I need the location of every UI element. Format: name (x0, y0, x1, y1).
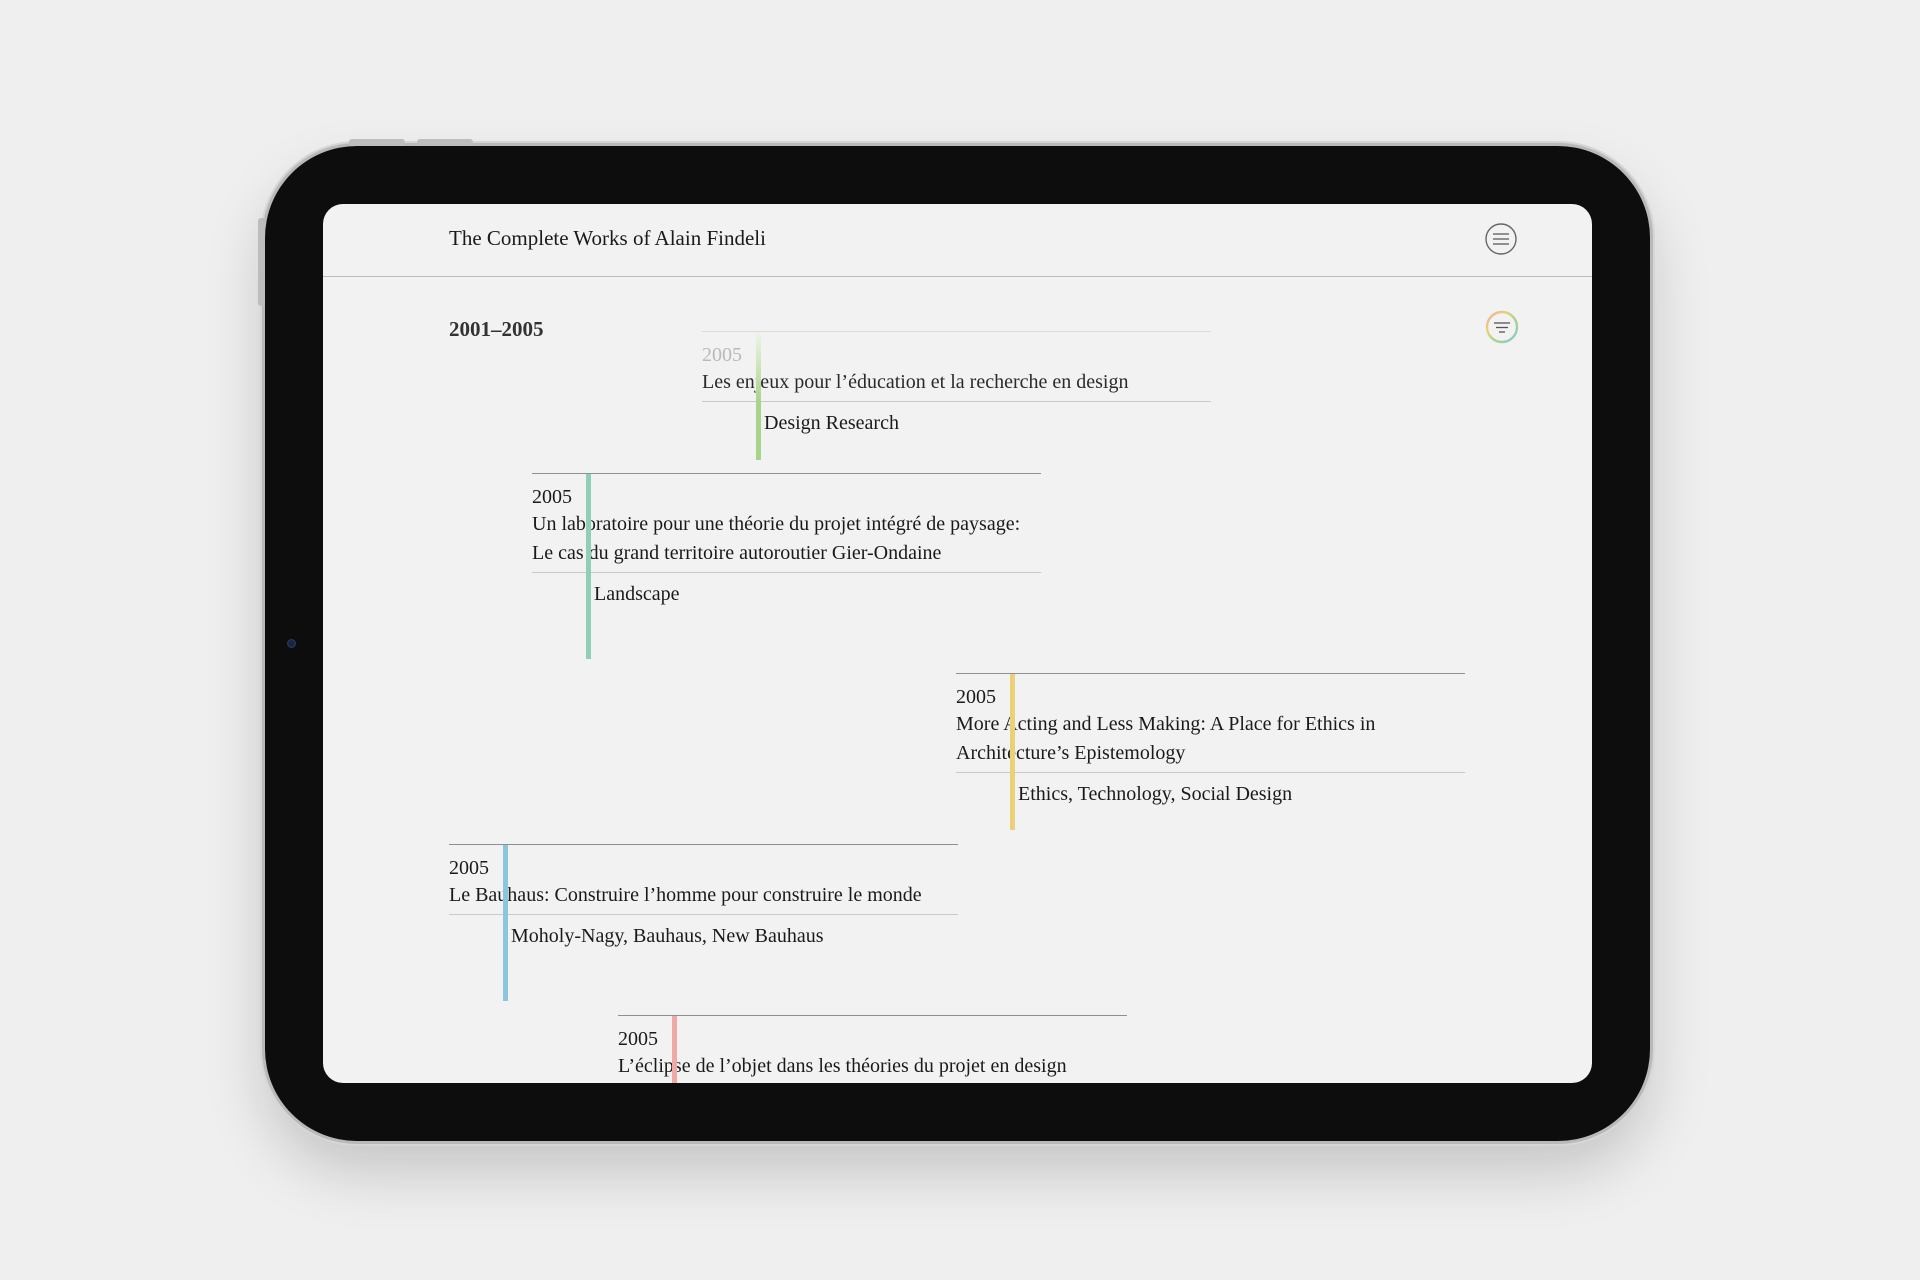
entry-title[interactable]: More Acting and Less Making: A Place for… (956, 710, 1465, 773)
top-button (417, 139, 473, 146)
tablet-frame: The Complete Works of Alain Findeli 2001… (258, 139, 1650, 1141)
app-title[interactable]: The Complete Works of Alain Findeli (449, 226, 766, 251)
publication-entry[interactable]: 2005 Les enjeux pour l’éducation et la r… (702, 331, 1211, 460)
entry-tags[interactable]: Moholy-Nagy, Bauhaus, New Bauhaus (449, 923, 958, 959)
entry-title[interactable]: L’éclipse de l’objet dans les théories d… (618, 1052, 1127, 1083)
publication-entry[interactable]: 2005 L’éclipse de l’objet dans les théor… (618, 1015, 1127, 1083)
entry-year: 2005 (532, 486, 572, 508)
entry-color-bar (672, 1016, 677, 1083)
entry-color-bar (756, 332, 761, 460)
menu-button[interactable] (1485, 223, 1517, 255)
entry-year: 2005 (702, 344, 742, 366)
entry-color-bar (586, 474, 591, 659)
entry-title[interactable]: Le Bauhaus: Construire l’homme pour cons… (449, 881, 958, 915)
camera-icon (287, 639, 296, 648)
entry-color-bar (503, 845, 508, 1001)
entry-year: 2005 (449, 857, 489, 879)
entry-color-bar (1010, 674, 1015, 830)
app-header: The Complete Works of Alain Findeli (323, 204, 1592, 277)
entry-tags[interactable]: Design Research (702, 410, 1211, 446)
date-range-heading: 2001–2005 (449, 317, 544, 341)
top-button (349, 139, 405, 146)
entry-tags[interactable]: Landscape (532, 581, 1041, 617)
side-button (258, 218, 265, 306)
filter-icon (1485, 310, 1519, 344)
publication-entry[interactable]: 2005 More Acting and Less Making: A Plac… (956, 673, 1465, 830)
entry-title[interactable]: Un laboratoire pour une théorie du proje… (532, 510, 1041, 573)
publication-entry[interactable]: 2005 Le Bauhaus: Construire l’homme pour… (449, 844, 958, 1001)
entry-title[interactable]: Les enjeux pour l’éducation et la recher… (702, 368, 1211, 402)
hamburger-icon (1485, 223, 1517, 255)
filter-button[interactable] (1485, 310, 1519, 344)
publication-entry[interactable]: 2005 Un laboratoire pour une théorie du … (532, 473, 1041, 659)
entry-year: 2005 (618, 1028, 658, 1050)
entry-year: 2005 (956, 686, 996, 708)
screen: The Complete Works of Alain Findeli 2001… (323, 204, 1592, 1083)
entry-tags[interactable]: Ethics, Technology, Social Design (956, 781, 1465, 817)
